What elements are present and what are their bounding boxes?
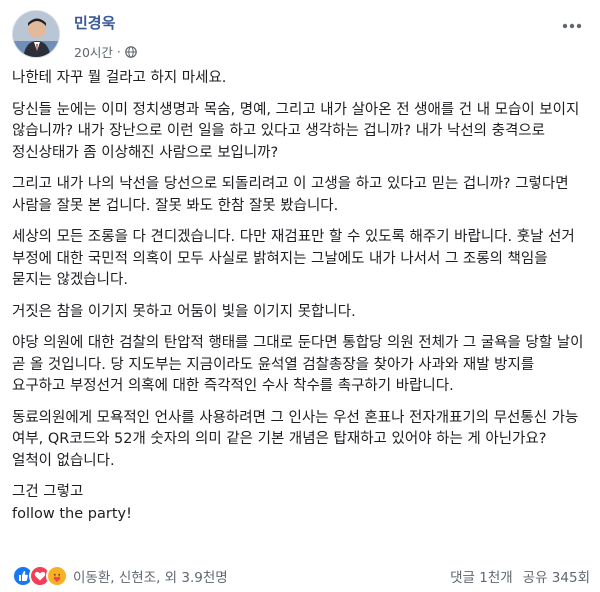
- separator-dot: ·: [116, 44, 121, 59]
- engagement-stats: 댓글 1천개 공유 345회: [450, 566, 590, 586]
- ellipsis-icon[interactable]: [558, 14, 586, 38]
- post-paragraph: 야당 의원에 대한 검찰의 탄압적 행태를 그대로 둔다면 통합당 의원 전체가…: [12, 335, 584, 394]
- post-paragraph: 그건 그렇고 follow the party!: [12, 484, 132, 522]
- reaction-summary[interactable]: 이동환, 신현조, 외 3.9천명: [12, 565, 228, 587]
- share-count[interactable]: 공유 345회: [523, 566, 590, 586]
- comment-count[interactable]: 댓글 1천개: [450, 566, 513, 586]
- facebook-post: 민경욱 20시간 · 나한테 자꾸 뭘 걸라고 하지 마세요. 당신들 눈에는 …: [0, 0, 600, 592]
- post-paragraph: 동료의원에게 모욕적인 언사를 사용하려면 그 인사는 우선 혼표나 전자개표기…: [12, 409, 579, 469]
- post-header: 민경욱 20시간 ·: [12, 10, 588, 60]
- author-name[interactable]: 민경욱: [74, 12, 115, 33]
- post-paragraph: 세상의 모든 조롱을 다 견디겠습니다. 다만 재검표만 할 수 있도록 해주기…: [12, 229, 575, 288]
- post-paragraph: 거짓은 참을 이기지 못하고 어둠이 빛을 이기지 못합니다.: [12, 303, 356, 320]
- avatar[interactable]: [12, 10, 60, 58]
- post-paragraph: 그리고 내가 나의 낙선을 당선으로 되돌리려고 이 고생을 하고 있다고 믿는…: [12, 176, 569, 214]
- post-time[interactable]: 20시간: [74, 42, 113, 61]
- post-body: 나한테 자꾸 뭘 걸라고 하지 마세요. 당신들 눈에는 이미 정치생명과 목숨…: [12, 68, 590, 535]
- post-footer: 이동환, 신현조, 외 3.9천명 댓글 1천개 공유 345회: [12, 564, 590, 588]
- globe-icon[interactable]: [125, 45, 137, 58]
- care-icon: [46, 565, 68, 587]
- post-paragraph: 당신들 눈에는 이미 정치생명과 목숨, 명예, 그리고 내가 살아온 전 생애…: [12, 101, 580, 161]
- post-meta: 20시간 ·: [74, 42, 137, 61]
- post-paragraph: 나한테 자꾸 뭘 걸라고 하지 마세요.: [12, 70, 227, 86]
- reaction-names[interactable]: 이동환, 신현조, 외 3.9천명: [73, 566, 228, 586]
